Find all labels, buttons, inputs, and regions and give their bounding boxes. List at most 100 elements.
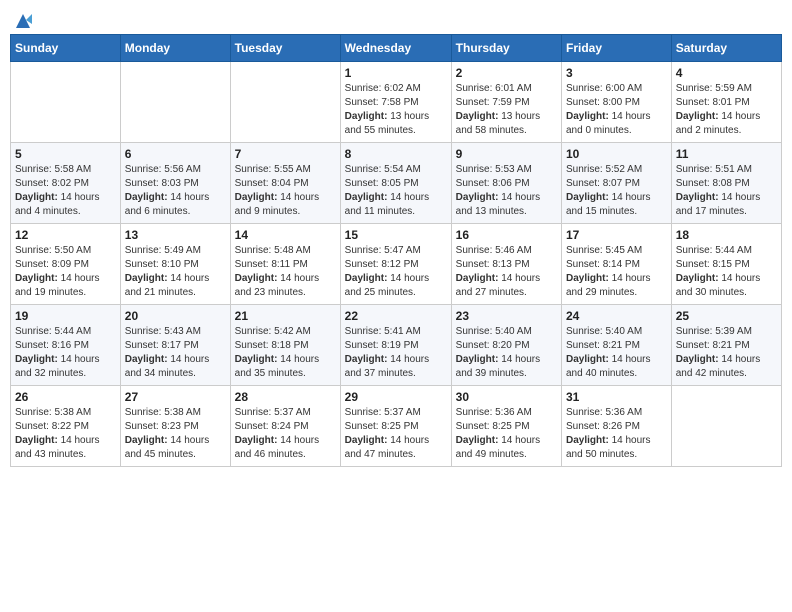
calendar-cell: 6 Sunrise: 5:56 AMSunset: 8:03 PMDaylight…	[120, 143, 230, 224]
calendar-cell: 31 Sunrise: 5:36 AMSunset: 8:26 PMDayligh…	[562, 386, 672, 467]
calendar-cell: 3 Sunrise: 6:00 AMSunset: 8:00 PMDaylight…	[562, 62, 672, 143]
calendar-cell: 20 Sunrise: 5:43 AMSunset: 8:17 PMDayligh…	[120, 305, 230, 386]
day-info: Sunrise: 5:45 AMSunset: 8:14 PMDaylight:…	[566, 244, 667, 300]
day-info: Sunrise: 5:36 AMSunset: 8:26 PMDaylight:…	[566, 406, 667, 462]
day-info: Sunrise: 5:40 AMSunset: 8:21 PMDaylight:…	[566, 325, 667, 381]
day-info: Sunrise: 5:39 AMSunset: 8:21 PMDaylight:…	[676, 325, 777, 381]
calendar-cell: 1 Sunrise: 6:02 AMSunset: 7:58 PMDaylight…	[340, 62, 451, 143]
calendar-cell: 19 Sunrise: 5:44 AMSunset: 8:16 PMDayligh…	[11, 305, 121, 386]
calendar-cell: 15 Sunrise: 5:47 AMSunset: 8:12 PMDayligh…	[340, 224, 451, 305]
col-header-sunday: Sunday	[11, 35, 121, 62]
day-number: 13	[125, 228, 226, 242]
calendar-cell: 16 Sunrise: 5:46 AMSunset: 8:13 PMDayligh…	[451, 224, 561, 305]
calendar-cell: 30 Sunrise: 5:36 AMSunset: 8:25 PMDayligh…	[451, 386, 561, 467]
day-number: 9	[456, 147, 557, 161]
day-info: Sunrise: 5:55 AMSunset: 8:04 PMDaylight:…	[235, 163, 336, 219]
calendar-cell: 7 Sunrise: 5:55 AMSunset: 8:04 PMDaylight…	[230, 143, 340, 224]
day-number: 8	[345, 147, 447, 161]
day-number: 19	[15, 309, 116, 323]
day-number: 12	[15, 228, 116, 242]
day-info: Sunrise: 5:53 AMSunset: 8:06 PMDaylight:…	[456, 163, 557, 219]
day-number: 4	[676, 66, 777, 80]
day-info: Sunrise: 5:56 AMSunset: 8:03 PMDaylight:…	[125, 163, 226, 219]
day-number: 10	[566, 147, 667, 161]
calendar-cell: 9 Sunrise: 5:53 AMSunset: 8:06 PMDaylight…	[451, 143, 561, 224]
day-number: 5	[15, 147, 116, 161]
day-number: 11	[676, 147, 777, 161]
day-number: 21	[235, 309, 336, 323]
calendar-cell: 10 Sunrise: 5:52 AMSunset: 8:07 PMDayligh…	[562, 143, 672, 224]
calendar-cell: 2 Sunrise: 6:01 AMSunset: 7:59 PMDaylight…	[451, 62, 561, 143]
day-info: Sunrise: 5:43 AMSunset: 8:17 PMDaylight:…	[125, 325, 226, 381]
day-info: Sunrise: 5:58 AMSunset: 8:02 PMDaylight:…	[15, 163, 116, 219]
day-info: Sunrise: 5:41 AMSunset: 8:19 PMDaylight:…	[345, 325, 447, 381]
calendar-cell: 18Sunrise: 5:44 AMSunset: 8:15 PMDayligh…	[671, 224, 781, 305]
day-info: Sunrise: 6:01 AMSunset: 7:59 PMDaylight:…	[456, 82, 557, 138]
day-info: Sunrise: 5:37 AMSunset: 8:25 PMDaylight:…	[345, 406, 447, 462]
day-number: 20	[125, 309, 226, 323]
calendar-cell: 4 Sunrise: 5:59 AMSunset: 8:01 PMDaylight…	[671, 62, 781, 143]
logo-icon	[12, 10, 34, 32]
calendar-cell: 17 Sunrise: 5:45 AMSunset: 8:14 PMDayligh…	[562, 224, 672, 305]
day-number: 15	[345, 228, 447, 242]
col-header-tuesday: Tuesday	[230, 35, 340, 62]
day-info: Sunrise: 5:36 AMSunset: 8:25 PMDaylight:…	[456, 406, 557, 462]
day-number: 1	[345, 66, 447, 80]
calendar-cell: 22 Sunrise: 5:41 AMSunset: 8:19 PMDayligh…	[340, 305, 451, 386]
calendar-cell: 8Sunrise: 5:54 AMSunset: 8:05 PMDaylight…	[340, 143, 451, 224]
logo	[10, 10, 34, 26]
col-header-saturday: Saturday	[671, 35, 781, 62]
day-number: 3	[566, 66, 667, 80]
day-info: Sunrise: 5:51 AMSunset: 8:08 PMDaylight:…	[676, 163, 777, 219]
day-info: Sunrise: 5:52 AMSunset: 8:07 PMDaylight:…	[566, 163, 667, 219]
calendar-cell: 29 Sunrise: 5:37 AMSunset: 8:25 PMDayligh…	[340, 386, 451, 467]
col-header-monday: Monday	[120, 35, 230, 62]
day-number: 31	[566, 390, 667, 404]
day-info: Sunrise: 5:40 AMSunset: 8:20 PMDaylight:…	[456, 325, 557, 381]
calendar-cell: 28 Sunrise: 5:37 AMSunset: 8:24 PMDayligh…	[230, 386, 340, 467]
calendar-cell: 26 Sunrise: 5:38 AMSunset: 8:22 PMDayligh…	[11, 386, 121, 467]
day-info: Sunrise: 5:38 AMSunset: 8:22 PMDaylight:…	[15, 406, 116, 462]
calendar-cell: 12 Sunrise: 5:50 AMSunset: 8:09 PMDayligh…	[11, 224, 121, 305]
day-info: Sunrise: 5:44 AMSunset: 8:16 PMDaylight:…	[15, 325, 116, 381]
day-info: Sunrise: 6:00 AMSunset: 8:00 PMDaylight:…	[566, 82, 667, 138]
calendar-cell	[11, 62, 121, 143]
day-number: 26	[15, 390, 116, 404]
calendar-cell	[671, 386, 781, 467]
calendar-cell	[230, 62, 340, 143]
day-number: 27	[125, 390, 226, 404]
day-info: Sunrise: 5:37 AMSunset: 8:24 PMDaylight:…	[235, 406, 336, 462]
day-info: Sunrise: 6:02 AMSunset: 7:58 PMDaylight:…	[345, 82, 447, 138]
calendar-cell	[120, 62, 230, 143]
day-number: 24	[566, 309, 667, 323]
day-number: 30	[456, 390, 557, 404]
day-number: 2	[456, 66, 557, 80]
day-number: 25	[676, 309, 777, 323]
calendar-cell: 23Sunrise: 5:40 AMSunset: 8:20 PMDayligh…	[451, 305, 561, 386]
day-number: 17	[566, 228, 667, 242]
day-info: Sunrise: 5:49 AMSunset: 8:10 PMDaylight:…	[125, 244, 226, 300]
calendar-cell: 11 Sunrise: 5:51 AMSunset: 8:08 PMDayligh…	[671, 143, 781, 224]
day-info: Sunrise: 5:59 AMSunset: 8:01 PMDaylight:…	[676, 82, 777, 138]
day-number: 22	[345, 309, 447, 323]
day-info: Sunrise: 5:46 AMSunset: 8:13 PMDaylight:…	[456, 244, 557, 300]
day-number: 6	[125, 147, 226, 161]
day-info: Sunrise: 5:38 AMSunset: 8:23 PMDaylight:…	[125, 406, 226, 462]
day-info: Sunrise: 5:42 AMSunset: 8:18 PMDaylight:…	[235, 325, 336, 381]
day-info: Sunrise: 5:50 AMSunset: 8:09 PMDaylight:…	[15, 244, 116, 300]
day-number: 16	[456, 228, 557, 242]
day-info: Sunrise: 5:47 AMSunset: 8:12 PMDaylight:…	[345, 244, 447, 300]
calendar-table: SundayMondayTuesdayWednesdayThursdayFrid…	[10, 34, 782, 467]
day-info: Sunrise: 5:44 AMSunset: 8:15 PMDaylight:…	[676, 244, 777, 300]
day-number: 29	[345, 390, 447, 404]
calendar-cell: 21 Sunrise: 5:42 AMSunset: 8:18 PMDayligh…	[230, 305, 340, 386]
calendar-cell: 25 Sunrise: 5:39 AMSunset: 8:21 PMDayligh…	[671, 305, 781, 386]
calendar-cell: 24 Sunrise: 5:40 AMSunset: 8:21 PMDayligh…	[562, 305, 672, 386]
calendar-cell: 14 Sunrise: 5:48 AMSunset: 8:11 PMDayligh…	[230, 224, 340, 305]
col-header-friday: Friday	[562, 35, 672, 62]
day-number: 14	[235, 228, 336, 242]
col-header-thursday: Thursday	[451, 35, 561, 62]
day-info: Sunrise: 5:48 AMSunset: 8:11 PMDaylight:…	[235, 244, 336, 300]
day-number: 7	[235, 147, 336, 161]
day-number: 28	[235, 390, 336, 404]
